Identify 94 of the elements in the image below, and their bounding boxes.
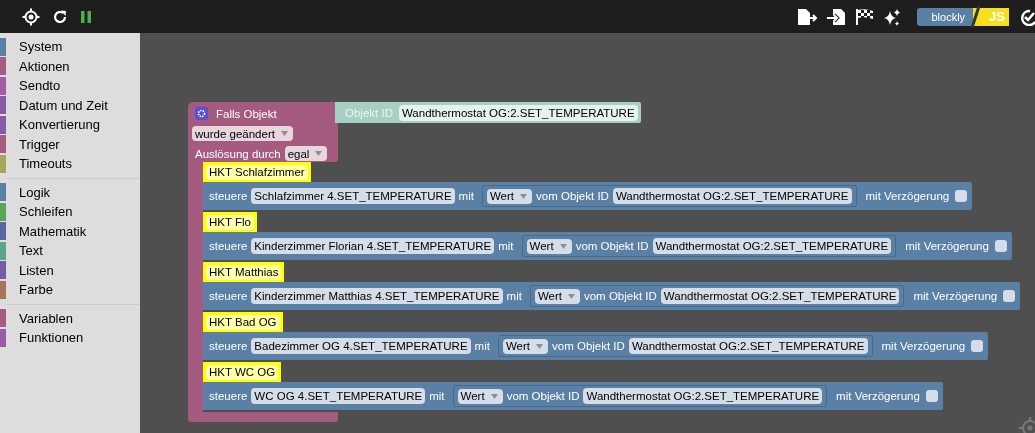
import-icon[interactable] [826, 7, 848, 26]
refresh-icon[interactable] [52, 8, 68, 25]
block-label: mit [498, 240, 514, 252]
category-item[interactable]: Trigger [19, 136, 60, 152]
block-label: vom Objekt ID [506, 390, 580, 402]
block-label: steuere [209, 240, 248, 252]
delay-checkbox[interactable] [1003, 290, 1016, 302]
delay-checkbox[interactable] [994, 240, 1007, 252]
block-label: mit [506, 290, 522, 302]
gear-icon[interactable] [195, 107, 208, 120]
object-id-field[interactable]: Schlafzimmer 4.SET_TEMPERATURE [251, 188, 455, 204]
block-label: mit Verzögerung [836, 390, 920, 402]
block-label: mit [474, 340, 490, 352]
event-dropdown[interactable]: wurde geändert [192, 126, 293, 141]
block-label: steuere [209, 390, 248, 402]
object-id-field[interactable]: Wandthermostat OG:2.SET_TEMPERATURE [660, 288, 900, 304]
delay-checkbox[interactable] [971, 340, 984, 352]
object-id-field[interactable]: Wandthermostat OG:2.SET_TEMPERATURE [612, 188, 852, 204]
checkered-flag-icon[interactable] [855, 7, 876, 26]
block-label: steuere [209, 340, 248, 352]
category-item[interactable]: Sendto [19, 78, 61, 94]
category-item[interactable]: Datum und Zeit [19, 97, 108, 113]
caret-icon [490, 393, 498, 399]
value-dropdown[interactable]: Wert [526, 238, 572, 254]
control-block[interactable]: steuere Badezimmer OG 4.SET_TEMPERATURE mit Wert vom Objekt ID Wandthermostat OG:2.SET_TEMPERATURE mit Verzögerung [203, 332, 989, 360]
field-label: Auslösung durch [195, 147, 281, 160]
caret-icon [536, 343, 543, 349]
value-dropdown[interactable]: Wert [534, 288, 580, 304]
block-label: mit Verzögerung [905, 240, 989, 252]
control-block[interactable]: steuere Kinderzimmer Florian 4.SET_TEMPERATURE mit Wert vom Objekt ID Wandthermostat OG:2.SET_TEMPERATURE mit Verzögerung [203, 232, 1012, 260]
value-block[interactable]: Wert vom Objekt ID Wandthermostat OG:2.SET_TEMPERATURE [481, 185, 857, 207]
block-label: steuere [209, 290, 248, 302]
object-id-field[interactable]: Wandthermostat OG:2.SET_TEMPERATURE [628, 338, 868, 354]
comment-tag[interactable]: HKT WC OG [203, 362, 282, 382]
comment-tag[interactable]: HKT Bad OG [203, 312, 283, 332]
value-dropdown[interactable]: Wert [502, 338, 548, 354]
sparkles-icon[interactable] [883, 7, 902, 26]
object-id-field[interactable]: Wandthermostat OG:2.SET_TEMPERATURE [652, 238, 892, 254]
value-dropdown[interactable]: Wert [457, 388, 503, 404]
block-label: steuere [209, 190, 248, 202]
object-id-field[interactable]: Kinderzimmer Florian 4.SET_TEMPERATURE [251, 238, 495, 254]
delay-checkbox[interactable] [955, 190, 968, 202]
trigger-dropdown[interactable]: egal [284, 146, 328, 161]
value-dropdown[interactable]: Wert [486, 188, 533, 204]
caret-icon [315, 151, 323, 156]
field-label: Objekt ID [345, 106, 393, 119]
category-item[interactable]: Timeouts [19, 156, 72, 172]
category-item[interactable]: Listen [19, 262, 54, 278]
block-label: vom Objekt ID [575, 240, 649, 252]
object-id-field[interactable]: Kinderzimmer Matthias 4.SET_TEMPERATURE [251, 288, 503, 304]
caret-icon [559, 243, 567, 249]
category-item[interactable]: Funktionen [19, 330, 84, 346]
export-icon[interactable] [797, 7, 819, 26]
caret-icon [280, 131, 288, 136]
block-label: vom Objekt ID [536, 190, 609, 202]
block-label: mit Verzögerung [881, 340, 966, 352]
object-id-field[interactable]: Wandthermostat OG:2.SET_TEMPERATURE [583, 388, 823, 404]
category-item[interactable]: Variablen [19, 310, 73, 326]
object-id-field[interactable]: Wandthermostat OG:2.SET_TEMPERATURE [398, 104, 638, 121]
value-block[interactable]: Wert vom Objekt ID Wandthermostat OG:2.SET_TEMPERATURE [452, 385, 828, 407]
trigger-block[interactable]: Falls Objekt wurde geändert Auslösung durch egal [188, 102, 338, 162]
category-item[interactable]: Konvertierung [19, 117, 100, 133]
block-label: vom Objekt ID [583, 290, 657, 302]
value-block[interactable]: Wert vom Objekt ID Wandthermostat OG:2.SET_TEMPERATURE [497, 335, 873, 357]
locate-icon[interactable] [22, 7, 40, 26]
category-item[interactable]: Farbe [19, 282, 53, 298]
pause-icon[interactable] [80, 9, 92, 24]
caret-icon [520, 193, 528, 199]
object-id-block[interactable]: Objekt ID Wandthermostat OG:2.SET_TEMPERATURE [335, 102, 641, 123]
delay-checkbox[interactable] [925, 390, 938, 402]
block-title: Falls Objekt [216, 107, 277, 120]
object-id-field[interactable]: WC OG 4.SET_TEMPERATURE [251, 388, 426, 404]
caret-icon [567, 293, 575, 299]
block-label: vom Objekt ID [552, 340, 625, 352]
category-item[interactable]: Text [19, 243, 43, 259]
category-item[interactable]: System [19, 39, 63, 55]
control-block[interactable]: steuere WC OG 4.SET_TEMPERATURE mit Wert vom Objekt ID Wandthermostat OG:2.SET_TEMPERATURE mit Verzögerung [203, 382, 943, 410]
block-label: mit [458, 190, 474, 202]
comment-tag[interactable]: HKT Matthias [203, 262, 285, 282]
block-label: mit Verzögerung [913, 290, 998, 302]
block-label: mit [429, 390, 445, 402]
check-circle-icon[interactable] [1021, 7, 1035, 26]
comment-tag[interactable]: HKT Flo [203, 212, 257, 232]
control-block[interactable]: steuere Schlafzimmer 4.SET_TEMPERATURE mit Wert vom Objekt ID Wandthermostat OG:2.SET_TEMPERATURE mit Verzögerung [203, 182, 973, 210]
category-item[interactable]: Schleifen [19, 204, 73, 220]
category-item[interactable]: Logik [19, 184, 51, 200]
value-block[interactable]: Wert vom Objekt ID Wandthermostat OG:2.SET_TEMPERATURE [529, 285, 905, 307]
block-label: mit Verzögerung [865, 190, 950, 202]
category-item[interactable]: Mathematik [19, 223, 87, 239]
category-item[interactable]: Aktionen [19, 58, 70, 74]
object-id-field[interactable]: Badezimmer OG 4.SET_TEMPERATURE [251, 338, 471, 354]
control-block[interactable]: steuere Kinderzimmer Matthias 4.SET_TEMPERATURE mit Wert vom Objekt ID Wandthermostat OG:2.SET_TEMPERATURE mit Verzögerung [203, 282, 1021, 310]
comment-tag[interactable]: HKT Schlafzimmer [203, 162, 311, 182]
value-block[interactable]: Wert vom Objekt ID Wandthermostat OG:2.SET_TEMPERATURE [521, 235, 897, 257]
